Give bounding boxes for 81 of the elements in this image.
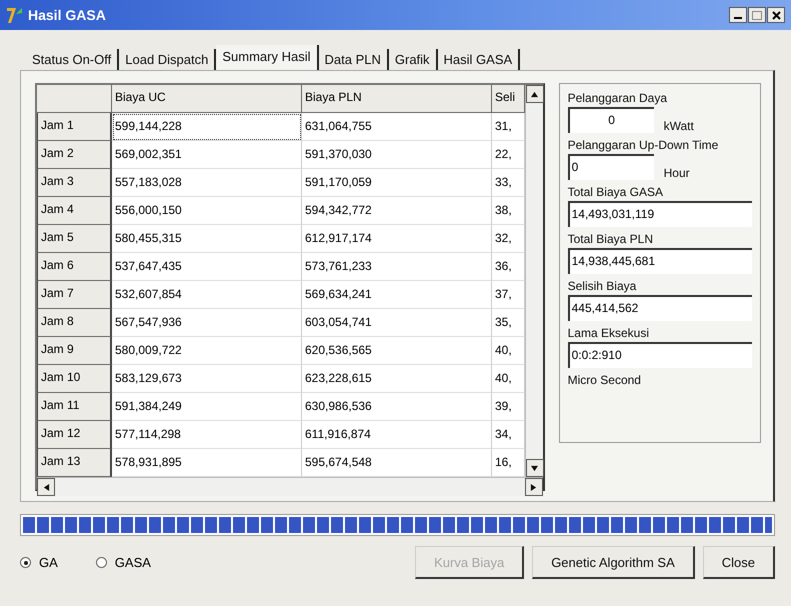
table-cell: 583,129,673: [112, 365, 302, 393]
table-cell: 567,547,936: [112, 309, 302, 337]
table-cell: 569,634,241: [302, 281, 492, 309]
column-header: Seli: [492, 85, 525, 113]
row-header: Jam 4: [37, 197, 112, 225]
table-cell: 612,917,174: [302, 225, 492, 253]
action-button[interactable]: Genetic Algorithm SA: [532, 546, 695, 579]
input-field[interactable]: 0:0:2:910: [568, 342, 752, 368]
window-title: Hasil GASA: [28, 7, 106, 23]
vertical-scrollbar[interactable]: [524, 85, 543, 477]
table-cell: 620,536,565: [302, 337, 492, 365]
close-button[interactable]: [767, 7, 785, 23]
table-cell: 591,370,030: [302, 141, 492, 169]
row-header: Jam 5: [37, 225, 112, 253]
radio-label: GA: [39, 555, 58, 570]
radio-icon[interactable]: [20, 557, 31, 568]
row-header: Jam 10: [37, 365, 112, 393]
up-arrow-icon: [531, 90, 538, 98]
field-label: Total Biaya PLN: [568, 231, 654, 246]
maximize-button[interactable]: [748, 7, 766, 23]
table-cell: 603,054,741: [302, 309, 492, 337]
table-cell: 556,000,150: [112, 197, 302, 225]
table-cell: 591,170,059: [302, 169, 492, 197]
input-field[interactable]: 14,493,031,119: [568, 201, 752, 227]
input-field[interactable]: 14,938,445,681: [568, 248, 752, 274]
unit-label: Hour: [664, 165, 690, 180]
table-cell: 573,761,233: [302, 253, 492, 281]
app-logo-icon: [6, 6, 24, 24]
table-cell: 532,607,854: [112, 281, 302, 309]
action-button[interactable]: Close: [702, 546, 775, 579]
row-header: Jam 2: [37, 141, 112, 169]
field-label: Pelanggaran Up-Down Time: [568, 137, 720, 152]
horizontal-scrollbar[interactable]: [37, 477, 543, 496]
unit-label: kWatt: [664, 118, 694, 133]
row-header: Jam 1: [37, 113, 112, 141]
scroll-down-button[interactable]: [526, 459, 544, 477]
row-header: Jam 13: [37, 449, 112, 477]
table-cell: 623,228,615: [302, 365, 492, 393]
input-field[interactable]: 0: [568, 107, 654, 133]
close-icon: [772, 10, 780, 20]
radio-option[interactable]: GASA: [96, 555, 151, 570]
table-cell: 631,064,755: [302, 113, 492, 141]
radio-option[interactable]: GA: [20, 555, 58, 570]
table-cell: 630,986,536: [302, 393, 492, 421]
row-header: Jam 8: [37, 309, 112, 337]
down-arrow-icon: [531, 464, 538, 472]
table-cell: 569,002,351: [112, 141, 302, 169]
field-label: Pelanggaran Daya: [568, 90, 668, 105]
input-field[interactable]: 0: [568, 154, 654, 180]
row-header: Jam 3: [37, 169, 112, 197]
left-arrow-icon: [42, 484, 50, 490]
input-field[interactable]: 445,414,562: [568, 295, 752, 321]
row-header: Jam 7: [37, 281, 112, 309]
scroll-left-button[interactable]: [37, 478, 55, 496]
table-cell: 599,144,228: [112, 113, 302, 141]
table-cell: 580,455,315: [112, 225, 302, 253]
table-cell: 580,009,722: [112, 337, 302, 365]
table-cell: 594,342,772: [302, 197, 492, 225]
field-label: Selisih Biaya: [568, 278, 638, 293]
table-cell: 611,916,874: [302, 421, 492, 449]
unit-label: Micro Second: [568, 372, 642, 387]
table-cell: 537,647,435: [112, 253, 302, 281]
field-label: Lama Eksekusi: [568, 325, 650, 340]
column-header: Biaya PLN: [302, 85, 492, 113]
right-arrow-icon: [530, 484, 538, 490]
table-cell: 577,114,298: [112, 421, 302, 449]
table-cell: 557,183,028: [112, 169, 302, 197]
column-header: Biaya UC: [112, 85, 302, 113]
radio-icon[interactable]: [96, 557, 107, 568]
table-cell: 591,384,249: [112, 393, 302, 421]
tab[interactable]: Summary Hasil: [216, 45, 318, 70]
row-header: Jam 12: [37, 421, 112, 449]
scroll-up-button[interactable]: [526, 85, 544, 103]
row-header: Jam 9: [37, 337, 112, 365]
row-header: Jam 11: [37, 393, 112, 421]
row-header: Jam 6: [37, 253, 112, 281]
scroll-right-button[interactable]: [524, 478, 543, 496]
field-label: Total Biaya GASA: [568, 184, 664, 199]
minimize-button[interactable]: [729, 7, 747, 23]
radio-label: GASA: [114, 555, 151, 570]
maximize-icon: [752, 10, 762, 20]
